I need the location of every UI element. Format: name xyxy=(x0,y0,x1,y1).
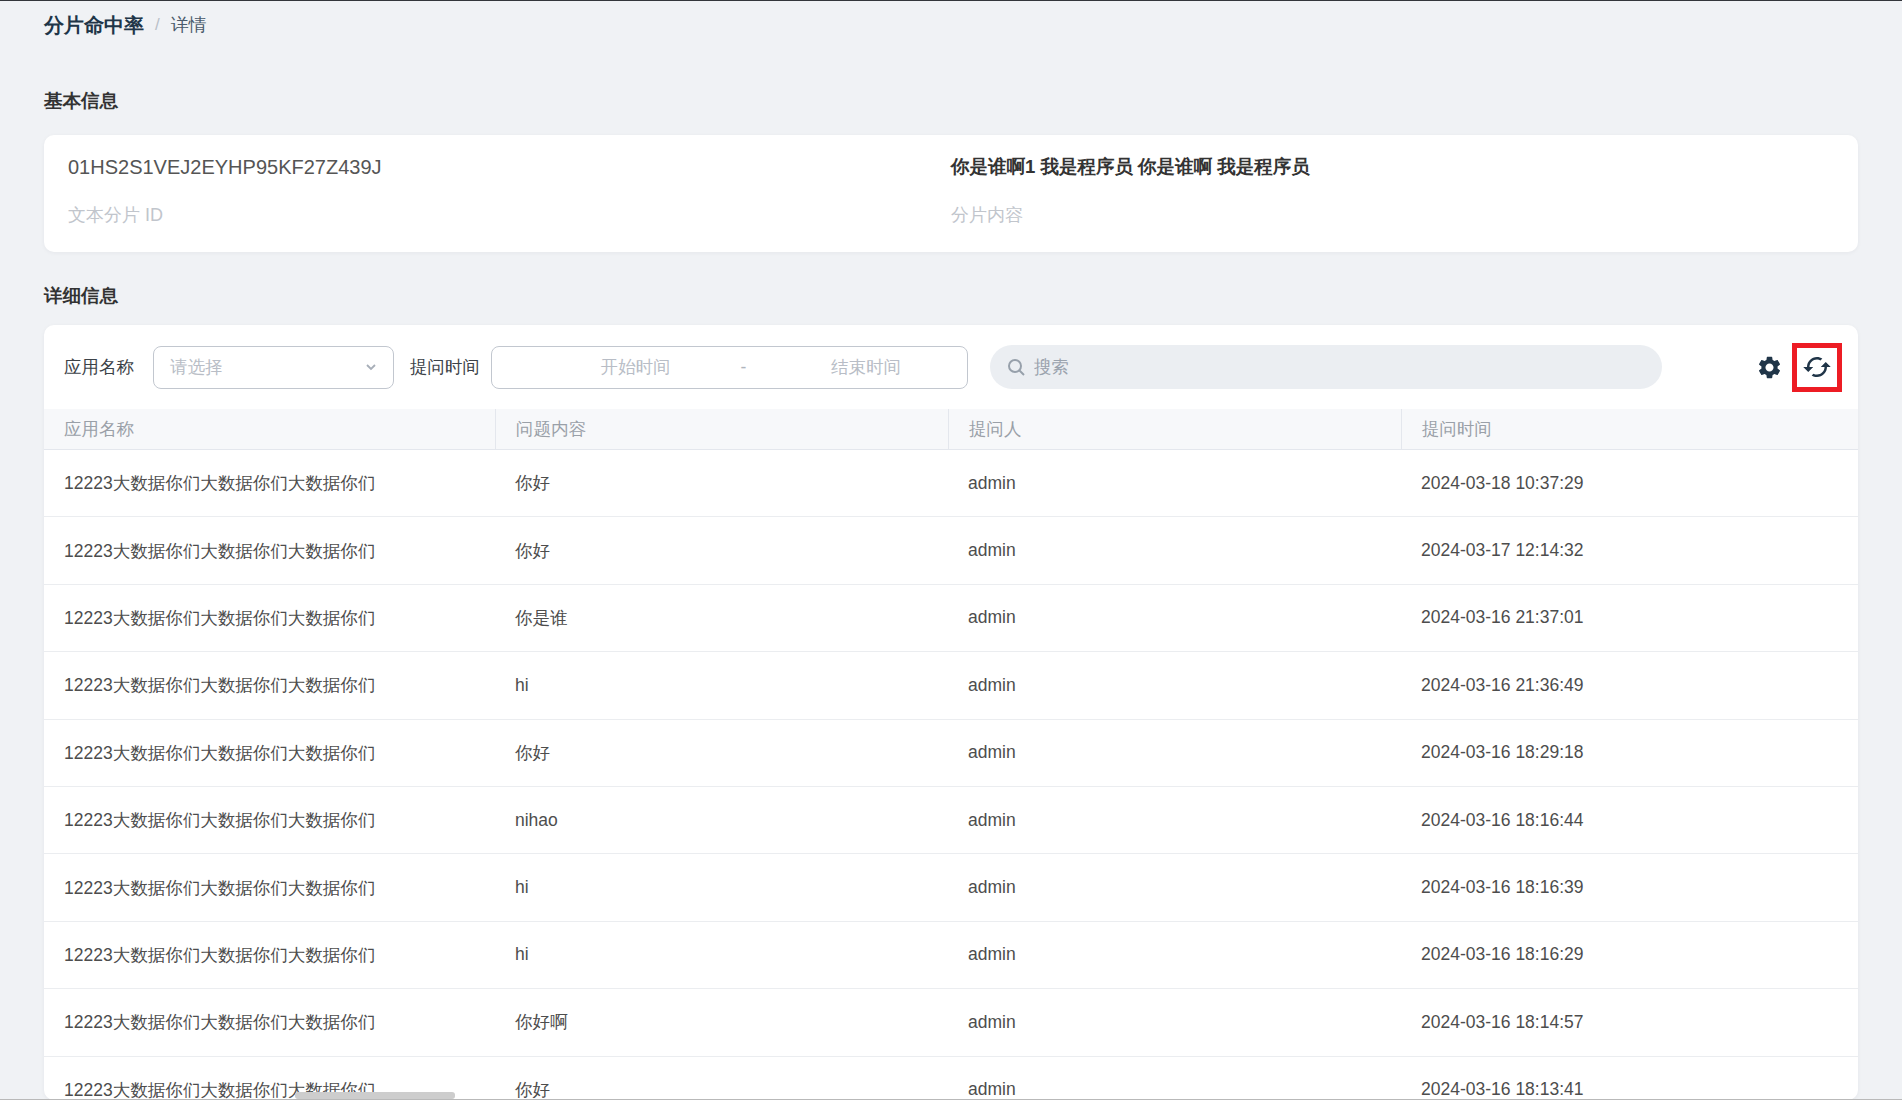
table-body: 12223大数据你们大数据你们大数据你们你好admin2024-03-18 10… xyxy=(44,450,1858,1100)
cell-app-name: 12223大数据你们大数据你们大数据你们 xyxy=(44,606,495,630)
table-row: 12223大数据你们大数据你们大数据你们hiadmin2024-03-16 21… xyxy=(44,652,1858,719)
cell-app-name: 12223大数据你们大数据你们大数据你们 xyxy=(44,673,495,697)
cell-ask-time: 2024-03-17 12:14:32 xyxy=(1401,540,1858,561)
annotation-highlight-box xyxy=(1792,343,1842,392)
search-icon xyxy=(1006,357,1026,377)
settings-button[interactable] xyxy=(1756,354,1783,381)
shard-content-label: 分片内容 xyxy=(951,202,1834,228)
table-row: 12223大数据你们大数据你们大数据你们你好啊admin2024-03-16 1… xyxy=(44,989,1858,1056)
basic-info-card: 01HS2S1VEJ2EYHP95KF27Z439J 文本分片 ID 你是谁啊1… xyxy=(44,135,1858,252)
app-name-select[interactable]: 请选择 xyxy=(153,346,394,389)
table-row: 12223大数据你们大数据你们大数据你们你是谁admin2024-03-16 2… xyxy=(44,585,1858,652)
detail-info-card: 应用名称 请选择 提问时间 开始时间 - 结束时间 xyxy=(44,325,1858,1100)
gear-icon xyxy=(1756,354,1783,381)
text-shard-id-label: 文本分片 ID xyxy=(68,202,951,228)
cell-ask-time: 2024-03-16 21:36:49 xyxy=(1401,675,1858,696)
cell-question: nihao xyxy=(495,810,948,831)
cell-asker: admin xyxy=(948,1079,1401,1100)
breadcrumb-parent-link[interactable]: 分片命中率 xyxy=(44,12,144,39)
refresh-button[interactable] xyxy=(1802,352,1832,382)
cell-asker: admin xyxy=(948,540,1401,561)
basic-info-field-content: 你是谁啊1 我是程序员 你是谁啊 我是程序员 分片内容 xyxy=(951,154,1834,233)
cell-question: 你好 xyxy=(495,1078,948,1100)
cell-question: 你好 xyxy=(495,741,948,765)
cell-question: hi xyxy=(495,675,948,696)
cell-asker: admin xyxy=(948,607,1401,628)
app-name-filter-label: 应用名称 xyxy=(64,355,134,379)
cell-asker: admin xyxy=(948,877,1401,898)
cell-app-name: 12223大数据你们大数据你们大数据你们 xyxy=(44,943,495,967)
table-row: 12223大数据你们大数据你们大数据你们你好admin2024-03-17 12… xyxy=(44,517,1858,584)
end-time-input[interactable]: 结束时间 xyxy=(751,355,968,379)
cell-question: hi xyxy=(495,877,948,898)
window-top-edge xyxy=(0,0,1902,1)
cell-ask-time: 2024-03-16 18:14:57 xyxy=(1401,1012,1858,1033)
breadcrumb-current: 详情 xyxy=(171,13,207,37)
search-input[interactable] xyxy=(1034,357,1646,378)
cell-app-name: 12223大数据你们大数据你们大数据你们 xyxy=(44,876,495,900)
page: 分片命中率 / 详情 基本信息 01HS2S1VEJ2EYHP95KF27Z43… xyxy=(0,12,1902,1100)
basic-info-field-id: 01HS2S1VEJ2EYHP95KF27Z439J 文本分片 ID xyxy=(68,154,951,233)
column-header-app-name: 应用名称 xyxy=(44,409,495,449)
column-header-question: 问题内容 xyxy=(495,409,948,449)
column-header-ask-time: 提问时间 xyxy=(1401,409,1858,449)
table-row: 12223大数据你们大数据你们大数据你们hiadmin2024-03-16 18… xyxy=(44,922,1858,989)
cell-ask-time: 2024-03-16 18:16:29 xyxy=(1401,944,1858,965)
table-header: 应用名称 问题内容 提问人 提问时间 xyxy=(44,409,1858,450)
cell-app-name: 12223大数据你们大数据你们大数据你们 xyxy=(44,1010,495,1034)
filter-toolbar: 应用名称 请选择 提问时间 开始时间 - 结束时间 xyxy=(44,325,1858,409)
horizontal-scrollbar-thumb[interactable] xyxy=(295,1092,455,1099)
breadcrumb: 分片命中率 / 详情 xyxy=(44,12,1858,38)
basic-info-title: 基本信息 xyxy=(44,88,1858,114)
cell-question: 你好 xyxy=(495,471,948,495)
table-row: 12223大数据你们大数据你们大数据你们nihaoadmin2024-03-16… xyxy=(44,787,1858,854)
app-name-select-placeholder: 请选择 xyxy=(170,355,363,379)
cell-app-name: 12223大数据你们大数据你们大数据你们 xyxy=(44,808,495,832)
cell-question: 你好 xyxy=(495,539,948,563)
cell-asker: admin xyxy=(948,473,1401,494)
table-row: 12223大数据你们大数据你们大数据你们你好admin2024-03-16 18… xyxy=(44,720,1858,787)
cell-ask-time: 2024-03-16 18:13:41 xyxy=(1401,1079,1858,1100)
ask-time-filter-label: 提问时间 xyxy=(410,355,480,379)
cell-ask-time: 2024-03-16 21:37:01 xyxy=(1401,607,1858,628)
cell-asker: admin xyxy=(948,944,1401,965)
cell-app-name: 12223大数据你们大数据你们大数据你们 xyxy=(44,741,495,765)
cell-asker: admin xyxy=(948,1012,1401,1033)
cell-question: 你是谁 xyxy=(495,606,948,630)
cell-asker: admin xyxy=(948,675,1401,696)
table-row: 12223大数据你们大数据你们大数据你们hiadmin2024-03-16 18… xyxy=(44,854,1858,921)
breadcrumb-separator: / xyxy=(155,15,160,35)
column-header-asker: 提问人 xyxy=(948,409,1401,449)
cell-asker: admin xyxy=(948,742,1401,763)
refresh-icon xyxy=(1802,352,1832,382)
cell-question: hi xyxy=(495,944,948,965)
cell-question: 你好啊 xyxy=(495,1010,948,1034)
start-time-input[interactable]: 开始时间 xyxy=(528,355,737,379)
text-shard-id-value: 01HS2S1VEJ2EYHP95KF27Z439J xyxy=(68,154,951,180)
search-box[interactable] xyxy=(990,345,1662,389)
cell-ask-time: 2024-03-16 18:16:44 xyxy=(1401,810,1858,831)
cell-app-name: 12223大数据你们大数据你们大数据你们 xyxy=(44,539,495,563)
cell-ask-time: 2024-03-16 18:29:18 xyxy=(1401,742,1858,763)
cell-ask-time: 2024-03-18 10:37:29 xyxy=(1401,473,1858,494)
cell-app-name: 12223大数据你们大数据你们大数据你们 xyxy=(44,471,495,495)
ask-time-range-picker[interactable]: 开始时间 - 结束时间 xyxy=(491,346,968,389)
cell-asker: admin xyxy=(948,810,1401,831)
cell-ask-time: 2024-03-16 18:16:39 xyxy=(1401,877,1858,898)
range-separator: - xyxy=(737,357,751,378)
shard-content-value: 你是谁啊1 我是程序员 你是谁啊 我是程序员 xyxy=(951,154,1834,180)
detail-info-title: 详细信息 xyxy=(44,283,1858,309)
table-row: 12223大数据你们大数据你们大数据你们你好admin2024-03-18 10… xyxy=(44,450,1858,517)
table-actions xyxy=(1756,343,1842,392)
chevron-down-icon xyxy=(363,359,379,375)
